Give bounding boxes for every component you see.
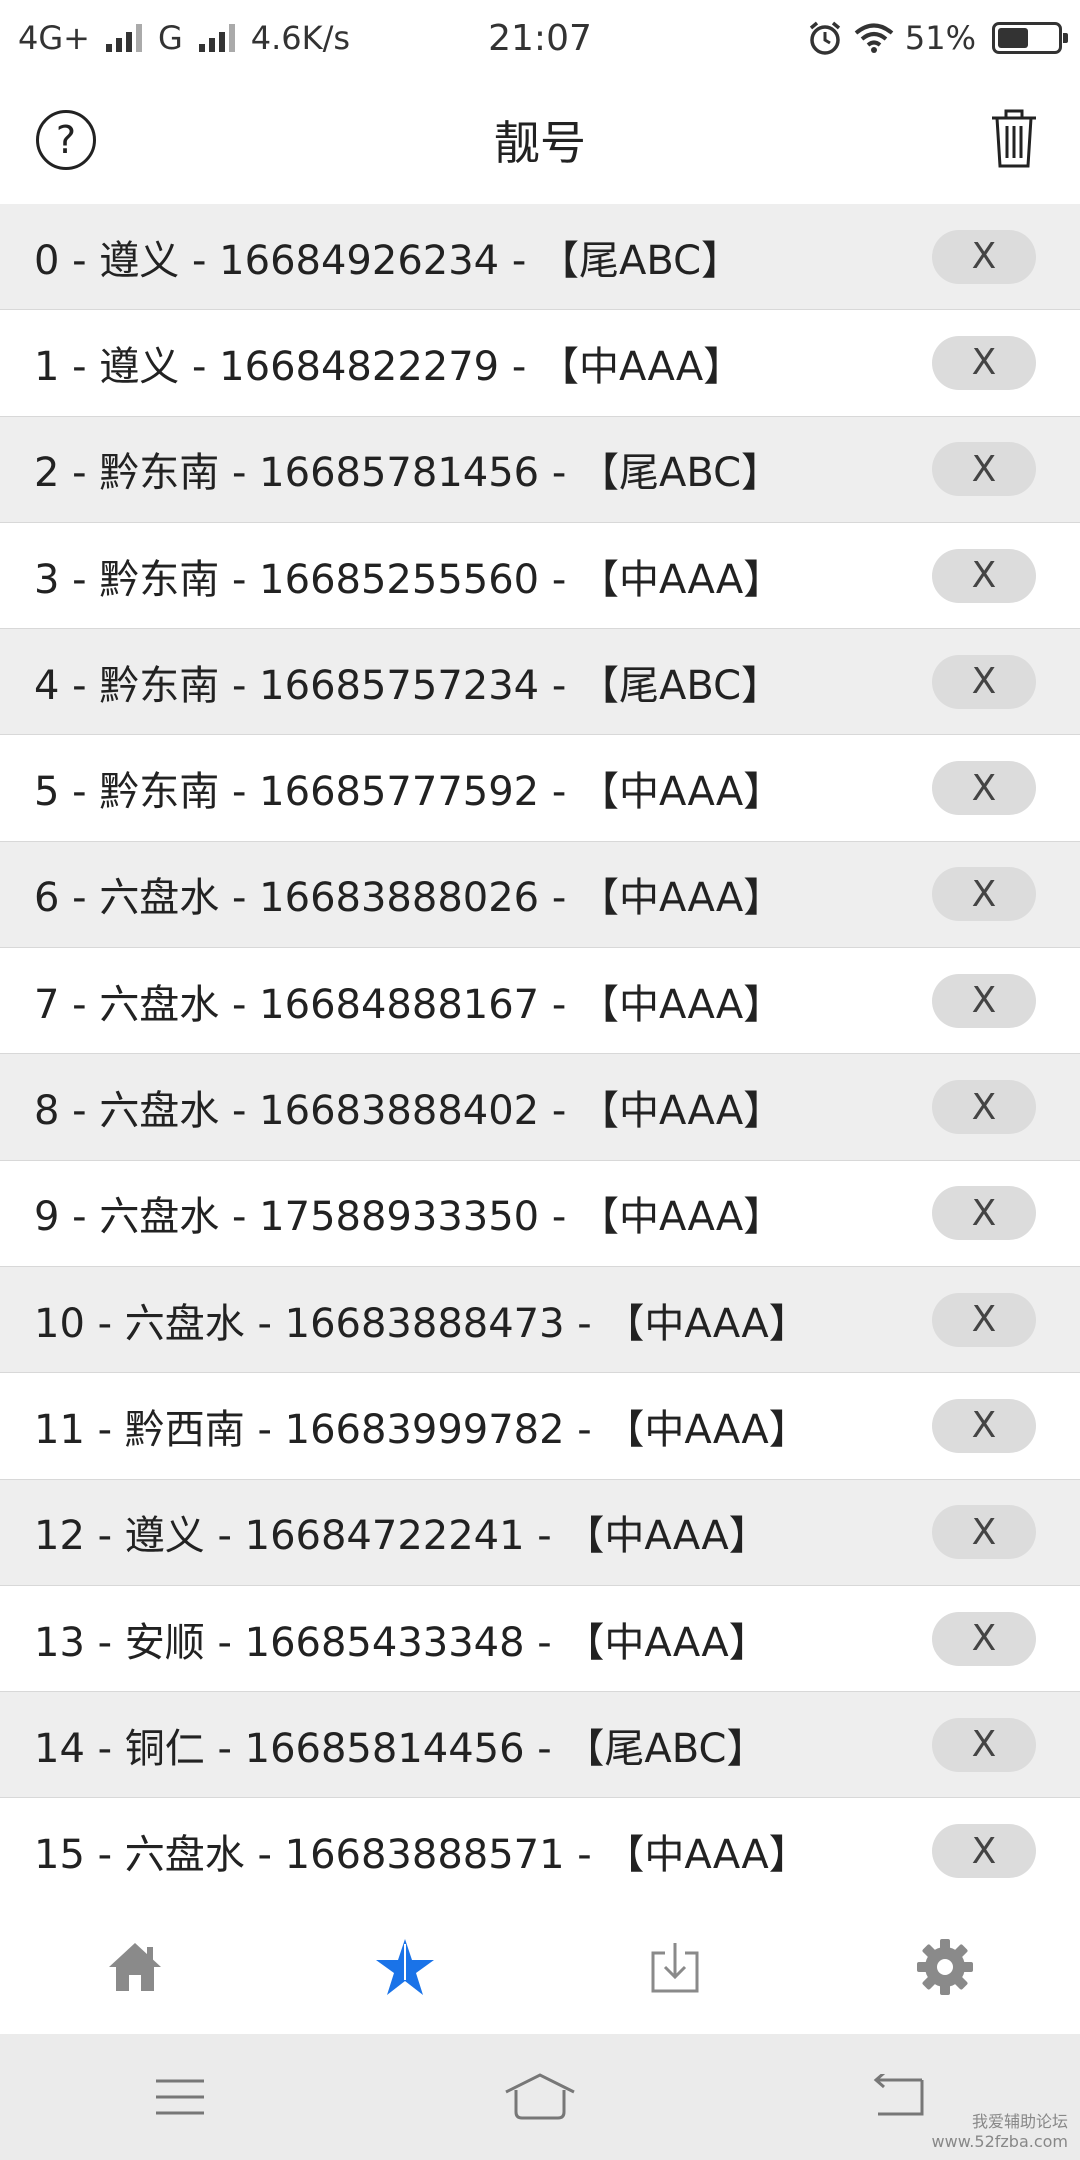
delete-item-button[interactable]: X [932,867,1036,922]
list-item[interactable]: 13 - 安顺 - 16685433348 - 【中AAA】 X [0,1585,1080,1693]
signal-icon-2 [198,24,235,52]
delete-item-button[interactable]: X [932,1824,1036,1879]
delete-item-button[interactable]: X [932,1611,1036,1666]
tab-home[interactable] [0,1900,270,2034]
list-item-text: 6 - 六盘水 - 16683888026 - 【中AAA】 [34,875,784,922]
delete-item-button[interactable]: X [932,1080,1036,1135]
list-item[interactable]: 12 - 遵义 - 16684722241 - 【中AAA】 X [0,1479,1080,1586]
status-left: 4G+ G 4.6K/s [18,19,350,57]
delete-item-button[interactable]: X [932,1505,1036,1560]
watermark-line1: 我爱辅助论坛 [971,2112,1068,2131]
page-title: 靓号 [494,116,586,170]
status-right: 51% [807,19,1068,57]
list-item[interactable]: 6 - 六盘水 - 16683888026 - 【中AAA】 X [0,841,1080,949]
list-item[interactable]: 0 - 遵义 - 16684926234 - 【尾ABC】 X [0,204,1080,311]
list-item[interactable]: 8 - 六盘水 - 16683888402 - 【中AAA】 X [0,1054,1080,1161]
list-item-text: 12 - 遵义 - 16684722241 - 【中AAA】 [34,1513,769,1560]
number-list: 0 - 遵义 - 16684926234 - 【尾ABC】 X 1 - 遵义 - 1… [0,204,1080,1905]
tab-settings[interactable] [810,1900,1080,2034]
tab-favorites[interactable] [270,1900,540,2034]
help-icon: ? [55,118,77,162]
list-item-text: 13 - 安顺 - 16685433348 - 【中AAA】 [34,1619,769,1666]
tab-bar [0,1900,1080,2034]
list-item-text: 7 - 六盘水 - 16684888167 - 【中AAA】 [34,981,784,1028]
watermark: 我爱辅助论坛 www.52fzba.com [932,2112,1068,2152]
delete-item-button[interactable]: X [932,1186,1036,1241]
menu-icon [156,2079,204,2115]
delete-item-button[interactable]: X [932,761,1036,816]
list-item-text: 4 - 黔东南 - 16685757234 - 【尾ABC】 [34,662,782,709]
list-item[interactable]: 3 - 黔东南 - 16685255560 - 【中AAA】 X [0,522,1080,630]
list-item[interactable]: 11 - 黔西南 - 16683999782 - 【中AAA】 X [0,1373,1080,1480]
nav-menu-button[interactable] [0,2034,360,2160]
list-item[interactable]: 5 - 黔东南 - 16685777592 - 【中AAA】 X [0,735,1080,842]
network-label: 4G+ [18,19,90,57]
list-item[interactable]: 1 - 遵义 - 16684822279 - 【中AAA】 X [0,310,1080,417]
wifi-icon [854,23,894,53]
delete-item-button[interactable]: X [932,229,1036,284]
list-item-text: 1 - 遵义 - 16684822279 - 【中AAA】 [34,343,744,390]
battery-level [998,28,1028,48]
tab-download[interactable] [540,1900,810,2034]
list-item[interactable]: 4 - 黔东南 - 16685757234 - 【尾ABC】 X [0,629,1080,736]
delete-item-button[interactable]: X [932,335,1036,390]
delete-item-button[interactable]: X [932,1717,1036,1772]
list-item-text: 14 - 铜仁 - 16685814456 - 【尾ABC】 [34,1725,767,1772]
delete-item-button[interactable]: X [932,973,1036,1028]
delete-item-button[interactable]: X [932,548,1036,603]
back-icon [873,2074,924,2116]
watermark-line2: www.52fzba.com [931,2132,1068,2151]
system-nav-bar: 我爱辅助论坛 www.52fzba.com [0,2034,1080,2160]
list-item-text: 0 - 遵义 - 16684926234 - 【尾ABC】 [34,237,742,284]
app-header: ? 靓号 [0,76,1080,204]
delete-item-button[interactable]: X [932,1292,1036,1347]
home-outline-icon [505,2073,575,2120]
status-bar: 4G+ G 4.6K/s 21:07 51% [0,0,1080,76]
network2-label: G [157,19,183,57]
list-item-text: 3 - 黔东南 - 16685255560 - 【中AAA】 [34,556,784,603]
list-item[interactable]: 10 - 六盘水 - 16683888473 - 【中AAA】 X [0,1266,1080,1374]
list-item-text: 5 - 黔东南 - 16685777592 - 【中AAA】 [34,769,784,816]
star-icon [376,1939,434,1995]
help-button[interactable]: ? [36,110,96,170]
list-item[interactable]: 7 - 六盘水 - 16684888167 - 【中AAA】 X [0,948,1080,1055]
signal-icon [105,24,142,52]
delete-item-button[interactable]: X [932,654,1036,709]
home-icon [109,1943,161,1991]
nav-home-button[interactable] [360,2034,720,2160]
trash-icon[interactable] [988,106,1040,170]
net-speed: 4.6K/s [250,19,351,57]
list-item[interactable]: 9 - 六盘水 - 17588933350 - 【中AAA】 X [0,1160,1080,1267]
battery-icon [992,22,1068,54]
gear-icon [917,1939,973,1995]
alarm-icon [809,21,840,55]
list-item-text: 15 - 六盘水 - 16683888571 - 【中AAA】 [34,1832,809,1879]
delete-item-button[interactable]: X [932,442,1036,497]
download-icon [651,1943,699,1993]
delete-item-button[interactable]: X [932,1398,1036,1453]
list-item-text: 10 - 六盘水 - 16683888473 - 【中AAA】 [34,1300,809,1347]
list-item-text: 2 - 黔东南 - 16685781456 - 【尾ABC】 [34,450,782,497]
list-item-text: 11 - 黔西南 - 16683999782 - 【中AAA】 [34,1406,809,1453]
list-item-text: 8 - 六盘水 - 16683888402 - 【中AAA】 [34,1088,784,1135]
list-item-text: 9 - 六盘水 - 17588933350 - 【中AAA】 [34,1194,784,1241]
list-item[interactable]: 14 - 铜仁 - 16685814456 - 【尾ABC】 X [0,1692,1080,1799]
list-item[interactable]: 2 - 黔东南 - 16685781456 - 【尾ABC】 X [0,416,1080,523]
list-item[interactable]: 15 - 六盘水 - 16683888571 - 【中AAA】 X [0,1798,1080,1905]
battery-percent: 51% [904,19,976,57]
